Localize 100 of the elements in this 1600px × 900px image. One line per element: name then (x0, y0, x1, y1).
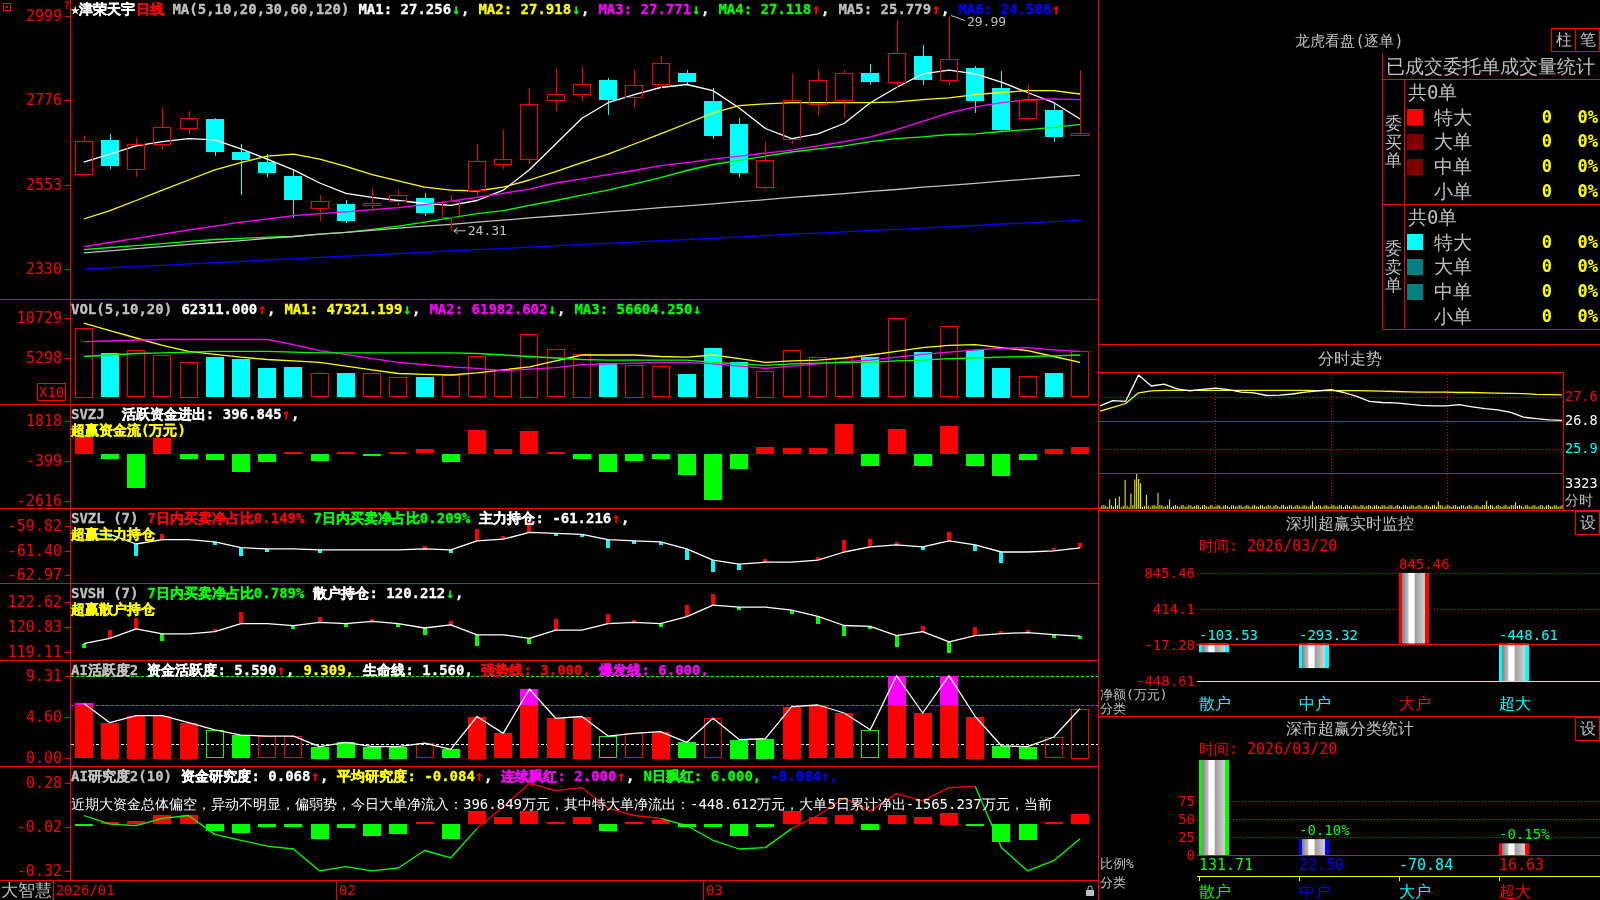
legend-text: , (267, 301, 276, 317)
legend-text: 超赢散户持仓 (71, 601, 155, 617)
row-label: 大单 (1434, 132, 1473, 152)
category-label: 大户 (1399, 884, 1431, 900)
row-label: 大单 (1434, 257, 1473, 277)
legend-text: MA3: 56604.250 (573, 301, 693, 317)
value-label: 845.46 (1399, 555, 1450, 572)
value-label: -103.53 (1199, 626, 1258, 643)
annotation: 29.99 (966, 14, 1007, 30)
legend-text: 活跃资金进出: 396.845 (120, 406, 282, 422)
chart-bar (1299, 643, 1329, 669)
legend-text: 日线 (136, 1, 164, 17)
axis-label: 1818 (25, 413, 62, 429)
legend-text: ↑ (277, 662, 286, 678)
legend-text: MA4: 27.118 (717, 1, 812, 17)
category-label: 散户 (1199, 696, 1231, 712)
date-label: 02 (335, 881, 356, 900)
legend-text: 资金研究度: 0.068 (180, 768, 311, 784)
legend-text: ↑ (258, 301, 267, 317)
axis-label: -17.28 (1144, 638, 1195, 653)
legend-text: , (626, 768, 635, 784)
axis-label: 2776 (25, 92, 62, 108)
group-label: 委买单 (1385, 113, 1402, 171)
annotation: 24.31 (467, 223, 507, 239)
axis-title: 净额(万元) (1100, 688, 1168, 702)
axis-label: 414.1 (1152, 601, 1195, 616)
legend-text: VOL(5,10,20) (71, 301, 173, 317)
axis-label: 26.8 (1565, 414, 1598, 429)
legend-text: ↑ (1052, 1, 1061, 17)
legend-text: ↑ (617, 768, 626, 784)
legend-text: 平均研究度: -0.084 (336, 768, 475, 784)
legend-text: , (821, 1, 830, 17)
settings-button[interactable]: 设 (1575, 511, 1600, 535)
settings-button[interactable]: 设 (1575, 717, 1600, 741)
axis-label: 0.28 (25, 775, 62, 791)
axis-label: -61.40 (7, 543, 62, 559)
legend-text: ↑ (612, 510, 621, 526)
square-icon (3, 3, 11, 11)
legend-text: , (941, 1, 950, 17)
axis-label: 122.62 (7, 594, 62, 610)
legend-text: , (701, 1, 710, 17)
share-value: 0% (1577, 158, 1598, 176)
legend-text: ↓ (548, 301, 557, 317)
legend-text: , (455, 585, 464, 601)
axis-label: 4.60 (25, 709, 62, 725)
total-label: 共0单 (1408, 207, 1458, 227)
value-label: -293.32 (1299, 626, 1358, 643)
category-label: 超大 (1499, 884, 1531, 900)
axis-label: -59.82 (7, 518, 62, 534)
scale-label: X10 (37, 383, 67, 401)
price-annotation: 29.99 (950, 14, 1007, 30)
row-label: 小单 (1434, 307, 1473, 327)
chart-bar (1499, 643, 1529, 682)
count-value: 0 (1541, 283, 1552, 301)
value-label: 16.63 (1499, 858, 1545, 873)
group-label: 委卖单 (1385, 238, 1402, 296)
axis-label: 0.00 (25, 750, 62, 766)
share-value: 0% (1577, 133, 1598, 151)
date-label: 03 (703, 881, 723, 900)
brand-label: 大智慧 (1, 881, 52, 900)
table-title: 已成交委托单成交量统计 (1386, 55, 1595, 77)
legend-text: SVZJ (71, 406, 105, 422)
legend-text: MA2: 61982.602 (428, 301, 548, 317)
legend-text: 7日内买卖净占比0.209% (312, 510, 471, 526)
toggle-button[interactable]: 柱 (1551, 28, 1576, 52)
count-value: 0 (1541, 308, 1552, 326)
legend-text: , (320, 768, 329, 784)
axis-label: 845.46 (1144, 565, 1195, 580)
legend-text: SVZL (7) (71, 510, 139, 526)
legend-text: ↓ (572, 1, 581, 17)
axis-label: 25 (1178, 830, 1195, 845)
legend-text: ↓ (446, 585, 455, 601)
axis-label: -62.97 (7, 567, 62, 583)
share-value: 0% (1577, 183, 1598, 201)
legend-text: ↑ (932, 1, 941, 17)
axis-label: 119.11 (7, 644, 62, 660)
legend-text: , (461, 1, 470, 17)
axis-label: 2999 (25, 8, 62, 24)
legend-text: ↓ (452, 1, 461, 17)
row-label: 中单 (1434, 157, 1473, 177)
price-annotation: 24.31 (453, 223, 507, 239)
date-label: 2026/01 (52, 881, 115, 900)
legend-text: ↓ (403, 301, 412, 317)
share-value: 0% (1577, 308, 1598, 326)
toggle-button[interactable]: 笔 (1575, 28, 1600, 52)
legend-text: 7日内买卖净占比0.789% (146, 585, 305, 601)
legend-text: , (291, 406, 300, 422)
panel-title: 分时走势 (1317, 350, 1382, 367)
share-value: 0% (1577, 108, 1598, 126)
legend-text: ↑ (311, 768, 320, 784)
panel-title: 深市超赢分类统计 (1285, 721, 1414, 737)
panel-title: 深圳超赢实时监控 (1285, 516, 1414, 532)
share-value: 0% (1577, 283, 1598, 301)
unit-label: 分时 (1565, 494, 1593, 508)
value-label: 131.71 (1199, 858, 1254, 873)
legend-text: ↑ (475, 768, 484, 784)
legend-text: , (557, 301, 566, 317)
axis-label: 2330 (25, 261, 62, 277)
axis-label: -2616 (16, 493, 62, 509)
legend-text: AI活跃度2 (71, 662, 139, 678)
